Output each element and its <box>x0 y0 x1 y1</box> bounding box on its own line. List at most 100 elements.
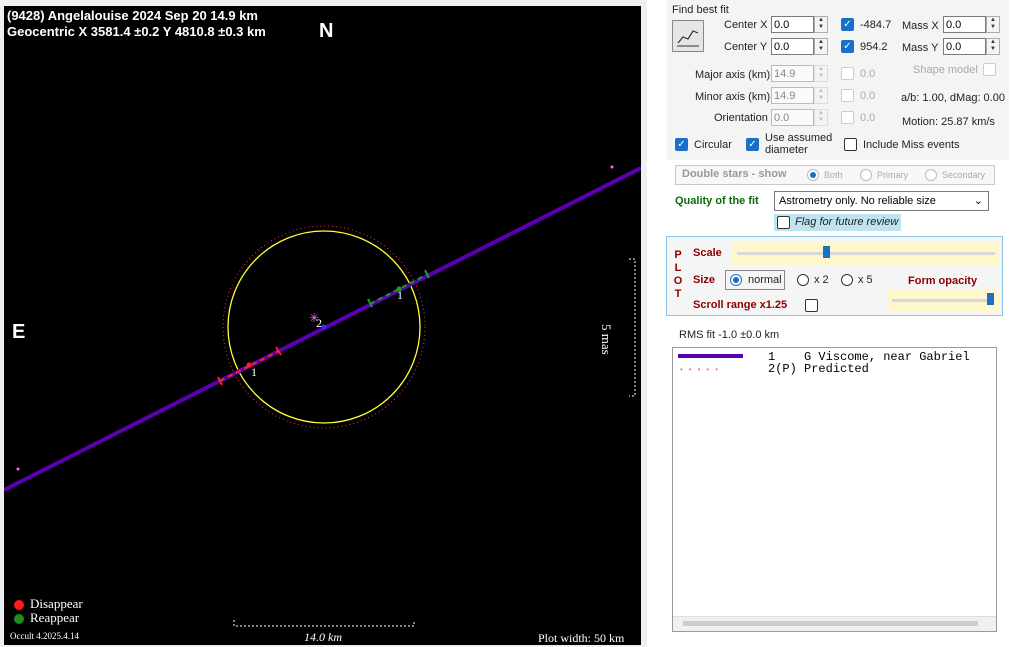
mass-y-label: Mass Y <box>902 42 939 54</box>
ds-secondary-label: Secondary <box>942 170 986 180</box>
ds-both-radio[interactable] <box>807 169 819 181</box>
flag-review-label: Flag for future review <box>795 216 899 228</box>
legend-line-solid <box>678 354 743 358</box>
plot-vertical-label: PLOT <box>673 249 683 300</box>
center-x-spinner[interactable]: ▲ ▼ <box>814 16 828 33</box>
minor-axis-input[interactable]: 14.9 <box>771 87 814 104</box>
north-label: N <box>319 20 334 42</box>
center-y-input[interactable]: 0.0 <box>771 38 814 55</box>
fit-y-checkbox[interactable]: ✓ <box>841 40 854 53</box>
center-y-spinner[interactable]: ▲ ▼ <box>814 38 828 55</box>
legend-reappear: Reappear <box>30 610 80 625</box>
occultation-plot[interactable]: ✳ (9428) Angelalouise 2024 Sep 20 14.9 k… <box>4 6 641 645</box>
center-y-label: Center Y <box>724 41 768 53</box>
size-normal-radio[interactable] <box>730 274 742 286</box>
orientation-label: Orientation <box>714 112 768 124</box>
predicted-point <box>610 165 614 169</box>
quality-select[interactable]: Astrometry only. No reliable size ⌄ <box>774 191 989 211</box>
center-dot <box>321 324 327 330</box>
ds-secondary-radio[interactable] <box>925 169 937 181</box>
minor-axis-spinner[interactable]: ▲ ▼ <box>814 87 828 104</box>
fit-orientation-checkbox[interactable] <box>841 111 854 124</box>
size-normal-label: normal <box>748 274 782 286</box>
find-best-fit-label: Find best fit <box>672 4 729 16</box>
major-axis-input[interactable]: 14.9 <box>771 65 814 82</box>
scroll-range-label: Scroll range x1.25 <box>693 299 788 311</box>
orientation-input[interactable]: 0.0 <box>771 109 814 126</box>
shape-model-label: Shape model <box>913 64 978 76</box>
scale-slider[interactable] <box>732 242 1000 265</box>
fit-orientation-value: 0.0 <box>860 112 876 124</box>
ab-dmag-label: a/b: 1.00, dMag: 0.00 <box>901 92 1005 104</box>
opacity-slider-thumb[interactable] <box>987 293 994 305</box>
chord-label: 1 <box>397 288 403 302</box>
major-axis-spinner[interactable]: ▲ ▼ <box>814 65 828 82</box>
opacity-slider[interactable] <box>887 290 999 312</box>
fit-x-value: -484.7 <box>860 19 892 31</box>
disappear-legend-dot <box>14 600 24 610</box>
scrollbar-thumb[interactable] <box>683 621 978 626</box>
chord-label: 2 <box>316 316 322 330</box>
opacity-slider-track <box>892 299 994 302</box>
center-x-input[interactable]: 0.0 <box>771 16 814 33</box>
size-x2-label: x 2 <box>814 274 829 286</box>
ds-both-label: Both <box>824 170 843 180</box>
scale-slider-thumb[interactable] <box>823 246 830 258</box>
include-miss-checkbox[interactable] <box>844 138 857 151</box>
minor-axis-label: Minor axis (km) <box>695 91 771 103</box>
scale-slider-track <box>737 252 995 255</box>
find-best-fit-button[interactable] <box>672 20 704 52</box>
fit-major-value: 0.0 <box>860 68 876 80</box>
legend-line-dotted: ••••• <box>680 365 725 374</box>
ds-primary-radio[interactable] <box>860 169 872 181</box>
quality-value: Astrometry only. No reliable size <box>779 195 936 207</box>
size-label: Size <box>693 274 716 286</box>
scroll-range-checkbox[interactable] <box>805 299 818 312</box>
fit-minor-value: 0.0 <box>860 90 876 102</box>
plot-title: (9428) Angelalouise 2024 Sep 20 14.9 km <box>7 8 258 23</box>
ds-primary-label: Primary <box>877 170 908 180</box>
mass-x-spinner[interactable]: ▲ ▼ <box>986 16 1000 33</box>
motion-label: Motion: 25.87 km/s <box>902 116 995 128</box>
flag-review-checkbox[interactable] <box>777 216 790 229</box>
form-opacity-label: Form opacity <box>908 275 978 287</box>
plot-width-label: Plot width: 50 km <box>538 631 625 645</box>
mas-scale-label: 5 mas <box>599 324 614 355</box>
size-x5-radio[interactable] <box>841 274 853 286</box>
major-axis-label: Major axis (km) <box>695 69 771 81</box>
observer-list[interactable]: 1 G Viscome, near Gabriel ••••• 2(P) Pre… <box>672 347 997 632</box>
predicted-point <box>16 467 20 471</box>
mass-x-input[interactable]: 0.0 <box>943 16 986 33</box>
quality-label: Quality of the fit <box>675 195 759 207</box>
rms-fit-label: RMS fit -1.0 ±0.0 km <box>679 329 780 341</box>
horizontal-scrollbar[interactable] <box>673 616 996 631</box>
circular-checkbox[interactable]: ✓ <box>675 138 688 151</box>
mass-y-input[interactable]: 0.0 <box>943 38 986 55</box>
km-scale-bar <box>233 620 415 627</box>
size-x2-radio[interactable] <box>797 274 809 286</box>
east-label: E <box>12 321 26 343</box>
use-assumed-label: Use assumed diameter <box>765 132 833 156</box>
chart-icon <box>677 30 699 47</box>
fit-y-value: 954.2 <box>860 41 888 53</box>
fit-minor-checkbox[interactable] <box>841 89 854 102</box>
fit-x-checkbox[interactable]: ✓ <box>841 18 854 31</box>
double-stars-label: Double stars - show <box>682 168 787 180</box>
mas-scale-bar <box>629 258 636 397</box>
plot-geocentric: Geocentric X 3581.4 ±0.2 Y 4810.8 ±0.3 k… <box>7 24 266 39</box>
include-miss-label: Include Miss events <box>863 139 960 151</box>
plot-canvas: ✳ <box>4 165 641 627</box>
shape-model-checkbox[interactable] <box>983 63 996 76</box>
chevron-down-icon: ⌄ <box>973 195 983 207</box>
reappear-legend-dot <box>14 614 24 624</box>
km-scale-label: 14.0 km <box>304 630 342 644</box>
fit-major-checkbox[interactable] <box>841 67 854 80</box>
size-x5-label: x 5 <box>858 274 873 286</box>
use-assumed-checkbox[interactable]: ✓ <box>746 138 759 151</box>
mass-y-spinner[interactable]: ▲ ▼ <box>986 38 1000 55</box>
list-item[interactable]: 2(P) Predicted <box>768 362 869 376</box>
orientation-spinner[interactable]: ▲ ▼ <box>814 109 828 126</box>
version-label: Occult 4.2025.4.14 <box>10 631 79 641</box>
chord-label: 1 <box>251 365 257 379</box>
control-panel: Find best fit Center X 0.0 ▲ ▼ Center Y 0… <box>647 0 1010 647</box>
